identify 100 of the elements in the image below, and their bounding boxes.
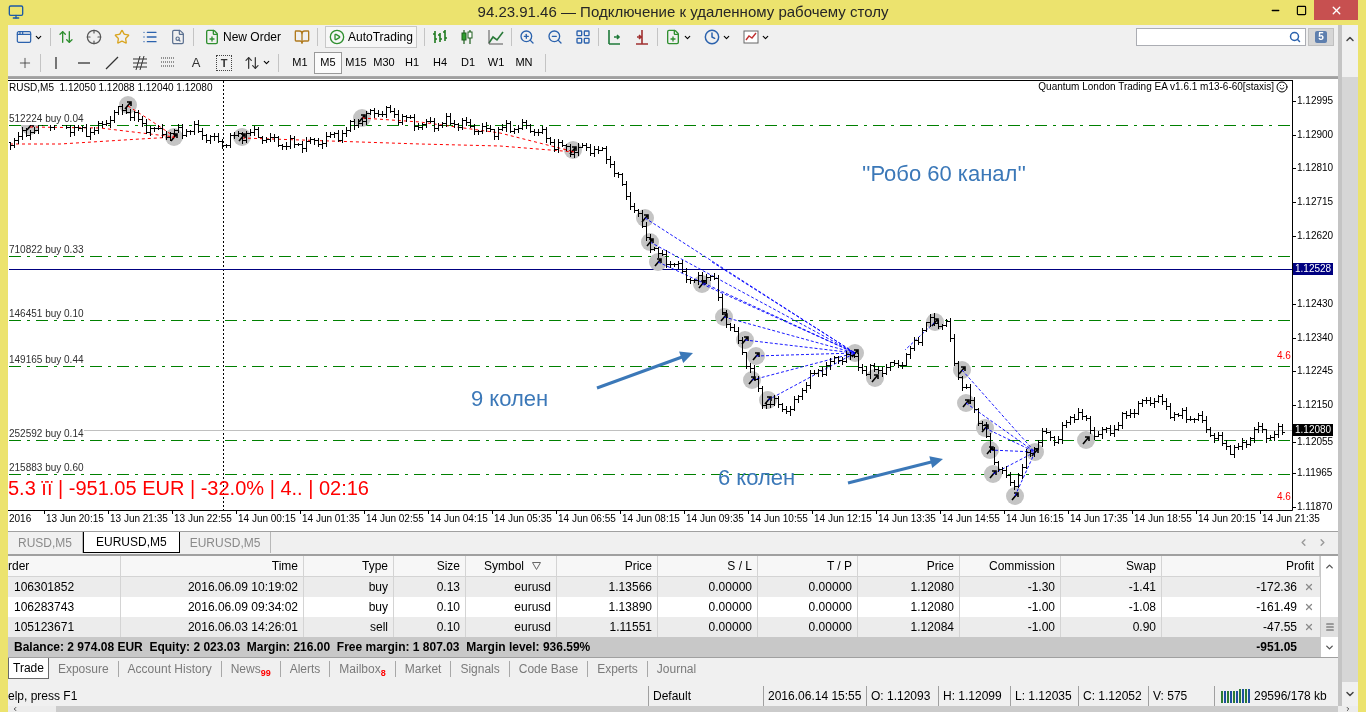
- price-axis-label: 1.12810: [1297, 162, 1334, 174]
- text-tool[interactable]: A: [188, 53, 204, 72]
- window-icon[interactable]: [16, 29, 32, 45]
- column-header[interactable]: Symbol: [466, 556, 557, 576]
- column-header[interactable]: Price: [557, 556, 658, 576]
- hatched-lines-icon[interactable]: [132, 54, 148, 71]
- period-button[interactable]: W1: [482, 51, 510, 74]
- horizontal-scrollbar[interactable]: [8, 706, 1358, 712]
- terminal-tab[interactable]: Signals: [451, 658, 509, 679]
- column-header[interactable]: Time: [121, 556, 304, 576]
- axis-arrow-icon[interactable]: [605, 29, 622, 45]
- column-header[interactable]: S / L: [658, 556, 758, 576]
- period-button[interactable]: D1: [454, 51, 482, 74]
- caret-icon[interactable]: [262, 58, 271, 67]
- close-icon[interactable]: [1304, 582, 1314, 592]
- book-icon[interactable]: [294, 29, 310, 45]
- chat-button[interactable]: 5: [1308, 28, 1334, 46]
- terminal-tab[interactable]: Alerts: [280, 658, 330, 679]
- time-axis-label: 14 Jun 16:15: [1006, 512, 1064, 526]
- search-icon[interactable]: [1289, 31, 1301, 43]
- table-cell: -161.49: [1256, 600, 1297, 614]
- column-header[interactable]: T / P: [758, 556, 858, 576]
- file-search-icon[interactable]: [170, 29, 186, 45]
- scroll-right-icon[interactable]: [1345, 706, 1351, 712]
- column-header[interactable]: Type: [304, 556, 394, 576]
- total-profit: -951.05: [1256, 640, 1297, 654]
- table-cell: 0.13: [436, 580, 460, 594]
- close-icon[interactable]: [1304, 602, 1314, 612]
- arrows-icon[interactable]: [244, 54, 260, 71]
- zoom-in-icon[interactable]: [518, 29, 535, 45]
- terminal-tab[interactable]: Market: [395, 658, 451, 679]
- table-cell: 2016.06.09 10:19:02: [187, 580, 298, 594]
- price-axis-label: 1.12430: [1297, 298, 1334, 310]
- price-axis-label: 1.12620: [1297, 230, 1334, 242]
- terminal-tab[interactable]: Code Base: [509, 658, 588, 679]
- crosshair-icon[interactable]: [86, 29, 102, 45]
- close-icon[interactable]: [1304, 622, 1314, 632]
- column-header[interactable]: Size: [394, 556, 466, 576]
- table-cell: -172.36: [1256, 580, 1297, 594]
- scroll-up-icon[interactable]: [1324, 561, 1335, 572]
- vertical-scrollbar[interactable]: [1338, 25, 1358, 706]
- column-header[interactable]: rder: [8, 556, 121, 576]
- table-cell: 2016.06.09 09:34:02: [187, 600, 298, 614]
- table-cell: 0.00000: [808, 580, 852, 594]
- period-button[interactable]: M15: [342, 51, 370, 74]
- price-axis-label: 1.11965: [1297, 467, 1333, 479]
- terminal-tab[interactable]: Exposure: [48, 658, 118, 679]
- time-axis-label: 14 Jun 04:15: [430, 512, 488, 526]
- terminal-tab[interactable]: Experts: [588, 658, 647, 679]
- file-plus-icon[interactable]: [204, 29, 220, 45]
- line-chart-icon[interactable]: [742, 29, 759, 45]
- text-label-tool[interactable]: T: [216, 54, 232, 71]
- maximize-icon[interactable]: [1295, 4, 1307, 16]
- period-button[interactable]: M5: [314, 51, 342, 74]
- time-axis-label: 14 Jun 13:35: [878, 512, 936, 526]
- line-chart-icon[interactable]: [487, 29, 504, 45]
- status-field: L: 1.12035: [1015, 689, 1072, 703]
- chart-tab[interactable]: EURUSD,M5: [83, 532, 180, 553]
- auto-trading-button[interactable]: AutoTrading: [325, 26, 417, 48]
- zoom-out-icon[interactable]: [546, 29, 563, 45]
- table-cell: 1.13566: [608, 580, 652, 594]
- line-arrow-icon[interactable]: [633, 29, 650, 45]
- new-order-button[interactable]: New Order: [201, 26, 284, 48]
- table-cell: 105123671: [14, 620, 75, 634]
- table-cell: eurusd: [514, 620, 551, 634]
- star-icon[interactable]: [114, 29, 130, 45]
- play-icon[interactable]: [329, 29, 345, 45]
- list-icon[interactable]: [142, 29, 158, 45]
- column-header[interactable]: Price: [858, 556, 960, 576]
- time-axis-label: 14 Jun 20:15: [1198, 512, 1256, 526]
- profile-name: Default: [653, 689, 692, 703]
- time-axis-label: 14 Jun 09:35: [686, 512, 744, 526]
- time-axis-label: 14 Jun 18:55: [1134, 512, 1192, 526]
- sort-icon[interactable]: [532, 562, 541, 570]
- price-axis-label: 1.12995: [1297, 95, 1334, 107]
- grid-icon[interactable]: [574, 29, 591, 45]
- table-cell: sell: [370, 620, 388, 634]
- scroll-left-icon[interactable]: [12, 706, 18, 712]
- period-button[interactable]: M30: [370, 51, 398, 74]
- terminal-tab[interactable]: Trade: [8, 658, 49, 679]
- search-field[interactable]: [1136, 28, 1306, 46]
- status-field: C: 1.12052: [1083, 689, 1142, 703]
- column-header[interactable]: Commission: [960, 556, 1061, 576]
- price-axis-label: 1.11870: [1297, 501, 1333, 513]
- clock-icon[interactable]: [703, 29, 720, 45]
- bar-chart-icon[interactable]: [431, 29, 448, 45]
- candlestick-icon[interactable]: [459, 29, 476, 45]
- period-button[interactable]: MN: [510, 51, 538, 74]
- terminal-tab[interactable]: Journal: [647, 658, 706, 679]
- terminal-tab[interactable]: Account History: [118, 658, 221, 679]
- scroll-thumb-icon[interactable]: [1324, 622, 1335, 632]
- column-header[interactable]: Swap: [1061, 556, 1162, 576]
- trend-line-icon[interactable]: [104, 54, 120, 71]
- period-button[interactable]: H1: [398, 51, 426, 74]
- table-scrollbar[interactable]: [1320, 556, 1338, 657]
- period-button[interactable]: M1: [286, 51, 314, 74]
- time-axis-label: 14 Jun 05:35: [494, 512, 552, 526]
- period-button[interactable]: H4: [426, 51, 454, 74]
- table-cell: 1.12084: [910, 620, 954, 634]
- file-plus-icon[interactable]: [664, 29, 681, 45]
